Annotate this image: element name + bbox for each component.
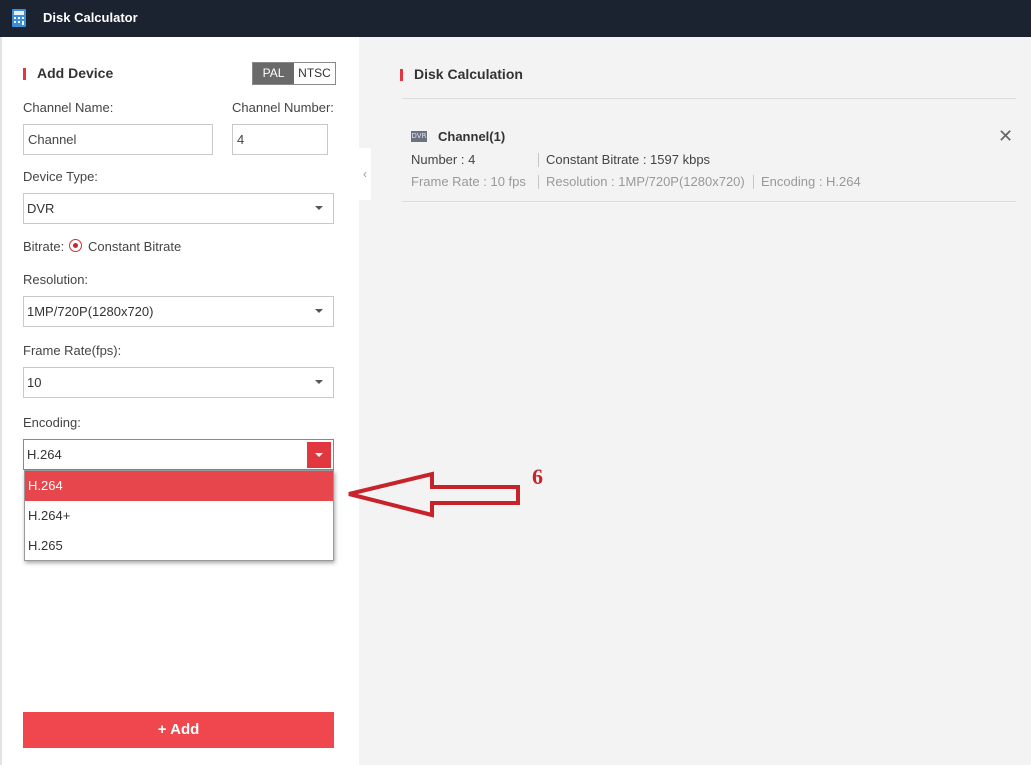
- annotation-arrow-icon: [348, 471, 520, 518]
- channel-number-input[interactable]: 4: [232, 124, 328, 155]
- channel-bitrate-info: Constant Bitrate : 1597 kbps: [546, 152, 711, 167]
- dvr-icon: DVR: [411, 131, 427, 142]
- divider: [538, 153, 539, 167]
- add-device-panel: Add Device PAL NTSC Channel Name: Channe…: [0, 37, 359, 765]
- frame-rate-select[interactable]: 10: [23, 367, 334, 398]
- device-type-select[interactable]: DVR: [23, 193, 334, 224]
- bitrate-label: Bitrate:: [23, 239, 65, 254]
- calculator-app-icon: [12, 9, 26, 27]
- channel-title: Channel(1): [438, 129, 506, 144]
- encoding-value: H.264: [27, 447, 62, 462]
- constant-bitrate-radio[interactable]: [69, 239, 82, 252]
- divider: [402, 201, 1016, 202]
- window-title: Disk Calculator: [43, 10, 138, 25]
- disk-calculation-panel: Disk Calculation DVR Channel(1) ✕ Number…: [359, 37, 1031, 765]
- add-device-heading: Add Device: [23, 65, 113, 81]
- title-bar: Disk Calculator: [0, 0, 1031, 37]
- encoding-select[interactable]: H.264: [23, 439, 334, 470]
- constant-bitrate-label: Constant Bitrate: [88, 239, 182, 254]
- channel-number-info: Number : 4: [411, 152, 476, 167]
- chevron-down-icon: [315, 380, 323, 384]
- channel-name-label: Channel Name:: [23, 100, 114, 115]
- encoding-dropdown-toggle[interactable]: [307, 442, 331, 468]
- divider: [402, 98, 1016, 99]
- ntsc-option[interactable]: NTSC: [294, 63, 335, 84]
- chevron-down-icon: [315, 309, 323, 313]
- add-button[interactable]: + Add: [23, 712, 334, 748]
- channel-resolution-info: Resolution : 1MP/720P(1280x720): [546, 174, 745, 189]
- chevron-down-icon: [315, 206, 323, 210]
- chevron-down-icon: [315, 453, 323, 457]
- channel-number-label: Channel Number:: [232, 100, 334, 115]
- pal-option[interactable]: PAL: [253, 63, 294, 84]
- encoding-option-h265[interactable]: H.265: [25, 531, 333, 561]
- divider: [538, 175, 539, 189]
- frame-rate-value: 10: [27, 375, 42, 390]
- divider: [753, 175, 754, 189]
- encoding-dropdown-list: H.264 H.264+ H.265: [24, 470, 334, 561]
- annotation-step-number: 6: [532, 464, 543, 489]
- video-standard-toggle: PAL NTSC: [252, 62, 336, 85]
- encoding-option-h264[interactable]: H.264: [25, 471, 333, 501]
- resolution-value: 1MP/720P(1280x720): [27, 304, 154, 319]
- close-icon[interactable]: ✕: [998, 127, 1013, 145]
- channel-name-input[interactable]: Channel: [23, 124, 213, 155]
- resolution-select[interactable]: 1MP/720P(1280x720): [23, 296, 334, 327]
- resolution-label: Resolution:: [23, 272, 89, 287]
- disk-calculation-heading: Disk Calculation: [400, 66, 523, 82]
- channel-encoding-info: Encoding : H.264: [761, 174, 861, 189]
- device-type-value: DVR: [27, 201, 55, 216]
- chevron-left-icon: ‹: [363, 167, 367, 181]
- channel-frame-rate-info: Frame Rate : 10 fps: [411, 174, 526, 189]
- collapse-panel-handle[interactable]: ‹: [359, 148, 371, 200]
- device-type-label: Device Type:: [23, 169, 98, 184]
- encoding-option-h264plus[interactable]: H.264+: [25, 501, 333, 531]
- frame-rate-label: Frame Rate(fps):: [23, 343, 122, 358]
- encoding-label: Encoding:: [23, 415, 81, 430]
